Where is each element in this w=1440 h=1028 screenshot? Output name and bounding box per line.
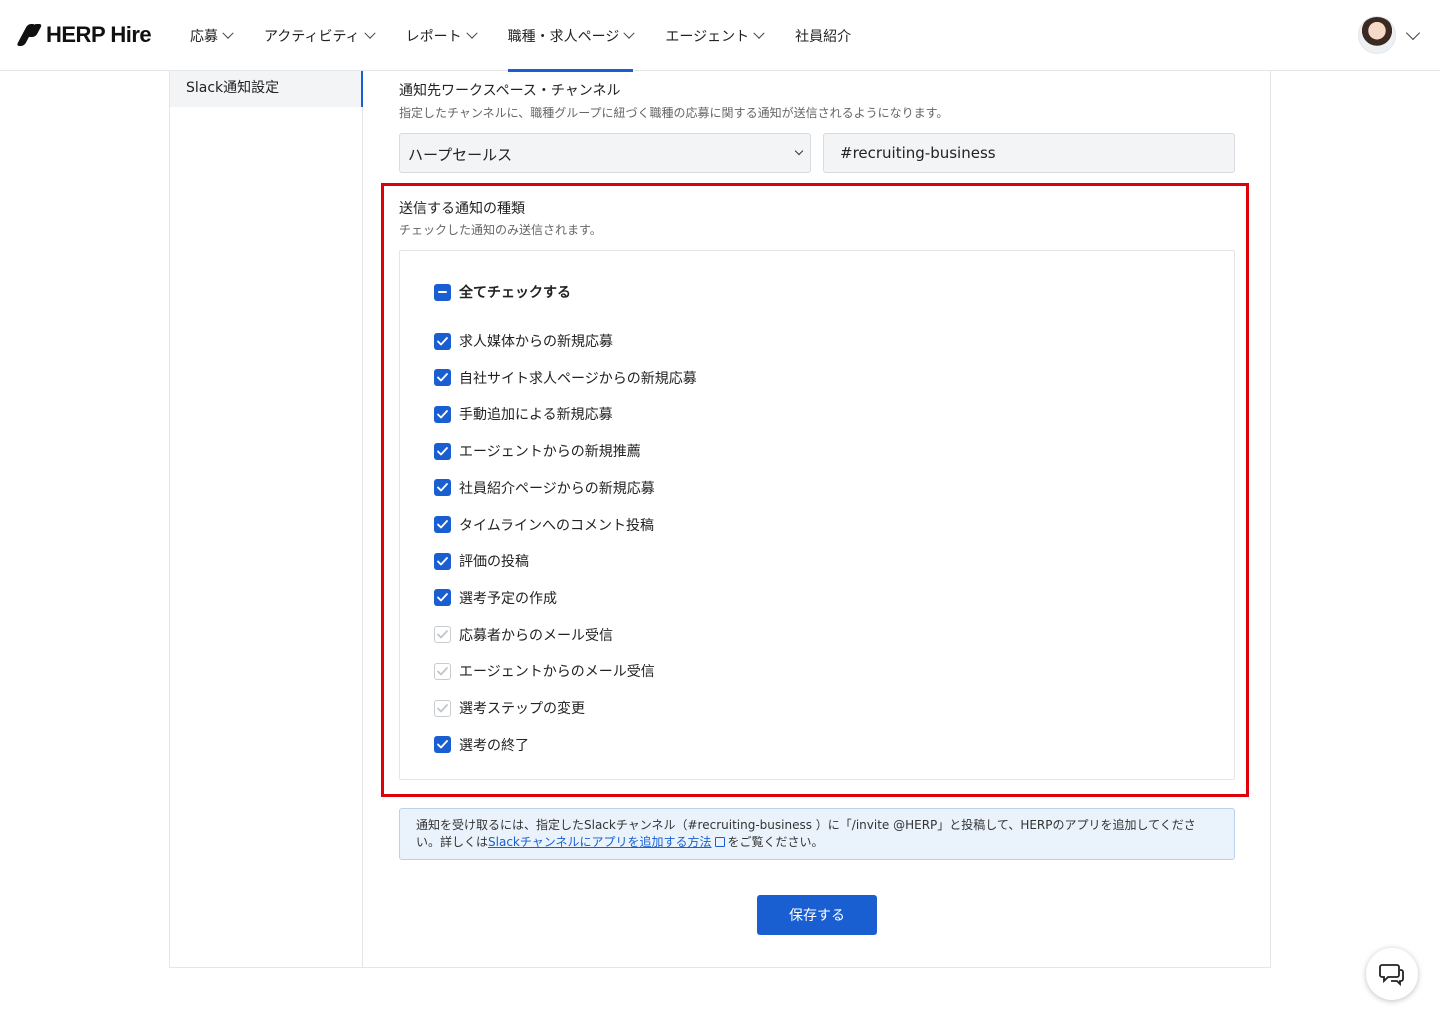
chevron-down-icon	[794, 146, 804, 156]
workspace-select[interactable]: ハープセールス	[399, 133, 811, 173]
info-notice: 通知を受け取るには、指定したSlackチャンネル（#recruiting-bus…	[399, 808, 1235, 860]
nav-item-jobs[interactable]: 職種・求人ページ	[507, 0, 636, 72]
highlight-box	[381, 183, 1249, 797]
top-header: HERP Hire 応募 アクティビティ レポート 職種・求人ページ エージェン…	[0, 0, 1440, 72]
workspace-select-value: ハープセールス	[408, 146, 513, 164]
nav-item-applications[interactable]: 応募	[190, 0, 234, 71]
nav-item-agents[interactable]: エージェント	[665, 0, 765, 71]
workspace-section-title: 通知先ワークスペース・チャンネル	[399, 83, 621, 99]
save-button[interactable]: 保存する	[757, 895, 877, 935]
chevron-down-icon	[465, 27, 478, 39]
herp-logo[interactable]: HERP Hire	[16, 22, 152, 48]
workspace-section-desc: 指定したチャンネルに、職種グループに紐づく職種の応募に関する通知が送信されるよう…	[399, 106, 949, 120]
main-nav: 応募 アクティビティ レポート 職種・求人ページ エージェント 社員紹介	[190, 0, 883, 72]
nav-item-referrals[interactable]: 社員紹介	[795, 0, 851, 71]
chevron-down-icon	[222, 27, 234, 39]
sidebar-item-slack[interactable]: Slack通知設定	[170, 71, 363, 107]
chat-bubble-icon	[1379, 964, 1404, 986]
chat-button[interactable]	[1366, 948, 1418, 1000]
chevron-down-icon	[363, 27, 376, 39]
nav-item-activity[interactable]: アクティビティ	[264, 0, 376, 71]
chevron-down-icon	[623, 27, 636, 39]
user-avatar[interactable]	[1358, 16, 1396, 54]
settings-sidebar: Slack通知設定	[170, 71, 363, 967]
channel-input[interactable]: #recruiting-business	[823, 133, 1235, 173]
external-link-icon	[714, 837, 725, 847]
chevron-down-icon	[753, 27, 765, 39]
nav-item-reports[interactable]: レポート	[406, 0, 478, 71]
herp-logo-icon	[16, 23, 43, 47]
help-link[interactable]: Slackチャンネルにアプリを追加する方法	[488, 835, 712, 849]
notice-text-after: をご覧ください。	[727, 835, 824, 849]
brand-name: HERP Hire	[46, 22, 152, 47]
chevron-down-icon[interactable]	[1405, 25, 1421, 41]
